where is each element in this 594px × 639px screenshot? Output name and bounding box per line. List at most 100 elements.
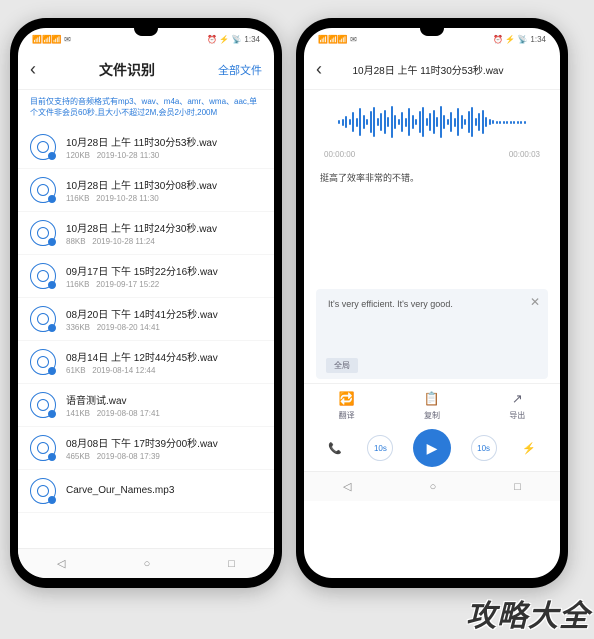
file-name: 语音测试.wav bbox=[66, 392, 262, 407]
wave-bar bbox=[342, 119, 344, 126]
action-label: 翻译 bbox=[339, 410, 355, 421]
format-hint: 目前仅支持的音频格式有mp3、wav、m4a、amr、wma、aac,单个文件非… bbox=[18, 90, 274, 126]
wave-bar bbox=[461, 115, 463, 129]
back-icon[interactable]: ‹ bbox=[30, 59, 36, 80]
audio-file-icon bbox=[30, 263, 56, 289]
wave-bar bbox=[485, 117, 487, 127]
wave-bar bbox=[387, 117, 389, 127]
wave-bar bbox=[503, 121, 505, 124]
wave-bar bbox=[415, 119, 417, 125]
wave-bar bbox=[454, 118, 456, 127]
wave-bar bbox=[520, 121, 522, 124]
wave-bar bbox=[349, 119, 351, 125]
status-time: 1:34 bbox=[530, 35, 546, 44]
audio-file-icon bbox=[30, 349, 56, 375]
file-name: 10月28日 上午 11时24分30秒.wav bbox=[66, 220, 262, 235]
list-item[interactable]: 08月14日 上午 12时44分45秒.wav 61KB 2019-08-14 1… bbox=[18, 341, 274, 384]
list-item[interactable]: 08月20日 下午 14时41分25秒.wav 336KB 2019-08-20 … bbox=[18, 298, 274, 341]
wave-bar bbox=[429, 113, 431, 131]
wave-bar bbox=[352, 112, 354, 132]
action-label: 导出 bbox=[509, 410, 525, 421]
wave-bar bbox=[433, 110, 435, 134]
wave-bar bbox=[450, 112, 452, 132]
audio-file-icon bbox=[30, 478, 56, 504]
file-meta: 61KB 2019-08-14 12:44 bbox=[66, 366, 262, 375]
action-翻译[interactable]: 🔁 翻译 bbox=[338, 390, 356, 421]
waveform[interactable] bbox=[304, 90, 560, 150]
status-time: 1:34 bbox=[244, 35, 260, 44]
scope-tag[interactable]: 全局 bbox=[326, 358, 358, 373]
wave-bar bbox=[513, 121, 515, 124]
status-right-icons: ⏰ ⚡ 📡 bbox=[493, 35, 527, 44]
call-icon[interactable]: 📞 bbox=[322, 435, 348, 461]
list-item[interactable]: 08月08日 下午 17时39分00秒.wav465KB 2019-08-08 … bbox=[18, 427, 274, 470]
file-title: 10月28日 上午 11时30分53秒.wav bbox=[330, 62, 526, 77]
forward-10s[interactable]: 10s bbox=[471, 435, 497, 461]
wave-bar bbox=[363, 115, 365, 129]
nav-back-icon[interactable]: ◁ bbox=[57, 557, 65, 570]
action-icon: 📋 bbox=[423, 390, 441, 408]
nav-home-icon[interactable]: ○ bbox=[144, 558, 151, 570]
android-nav: ◁ ○ □ bbox=[304, 471, 560, 501]
list-item[interactable]: 10月28日 上午 11时24分30秒.wav 88KB 2019-10-28 1… bbox=[18, 212, 274, 255]
nav-recent-icon[interactable]: □ bbox=[228, 558, 235, 570]
play-button[interactable]: ▶ bbox=[413, 429, 451, 467]
audio-file-icon bbox=[30, 177, 56, 203]
wave-bar bbox=[475, 118, 477, 126]
file-meta: 336KB 2019-08-20 14:41 bbox=[66, 323, 262, 332]
wave-bar bbox=[412, 115, 414, 129]
wave-bar bbox=[377, 118, 379, 126]
file-meta: 141KB 2019-08-08 17:41 bbox=[66, 409, 262, 418]
list-item[interactable]: 09月17日 下午 15时22分16秒.wav116KB 2019-09-17 … bbox=[18, 255, 274, 298]
app-bar: ‹ 10月28日 上午 11时30分53秒.wav bbox=[304, 50, 560, 90]
list-item[interactable]: 10月28日 上午 11时30分53秒.wav120KB 2019-10-28 … bbox=[18, 126, 274, 169]
audio-file-icon bbox=[30, 134, 56, 160]
file-name: 08月20日 下午 14时41分25秒.wav bbox=[66, 306, 262, 321]
file-name: 10月28日 上午 11时30分53秒.wav bbox=[66, 134, 262, 149]
wave-bar bbox=[345, 116, 347, 128]
transcript-text[interactable]: 挺高了效率非常的不错。 bbox=[304, 165, 560, 285]
wave-bar bbox=[489, 119, 491, 125]
list-item[interactable]: 10月28日 上午 11时30分08秒.wav116KB 2019-10-28 … bbox=[18, 169, 274, 212]
nav-back-icon[interactable]: ◁ bbox=[343, 480, 351, 493]
back-icon[interactable]: ‹ bbox=[316, 59, 322, 80]
file-meta: 116KB 2019-09-17 15:22 bbox=[66, 280, 262, 289]
file-list[interactable]: 10月28日 上午 11时30分53秒.wav120KB 2019-10-28 … bbox=[18, 126, 274, 548]
app-bar: ‹ 文件识别 全部文件 bbox=[18, 50, 274, 90]
speed-icon[interactable]: ⚡ bbox=[516, 435, 542, 461]
action-复制[interactable]: 📋 复制 bbox=[423, 390, 441, 421]
audio-file-icon bbox=[30, 220, 56, 246]
status-left-icons: 📶📶📶 ✉ bbox=[318, 35, 357, 44]
nav-home-icon[interactable]: ○ bbox=[430, 481, 437, 493]
rewind-10s[interactable]: 10s bbox=[367, 435, 393, 461]
phone-left: 📶📶📶 ✉ ⏰ ⚡ 📡1:34 ‹ 文件识别 全部文件 目前仅支持的音频格式有m… bbox=[10, 18, 282, 588]
time-start: 00:00:00 bbox=[324, 150, 355, 159]
wave-bar bbox=[443, 115, 445, 129]
wave-bar bbox=[468, 111, 470, 133]
wave-bar bbox=[366, 119, 368, 125]
list-item[interactable]: 语音测试.wav 141KB 2019-08-08 17:41 bbox=[18, 384, 274, 427]
audio-file-icon bbox=[30, 435, 56, 461]
close-icon[interactable]: ✕ bbox=[530, 295, 540, 309]
list-item[interactable]: Carve_Our_Names.mp3 bbox=[18, 470, 274, 513]
wave-bar bbox=[419, 111, 421, 133]
wave-bar bbox=[524, 121, 526, 124]
file-name: 08月08日 下午 17时39分00秒.wav bbox=[66, 435, 262, 450]
file-meta: 88KB 2019-10-28 11:24 bbox=[66, 237, 262, 246]
wave-bar bbox=[359, 108, 361, 136]
nav-recent-icon[interactable]: □ bbox=[514, 481, 521, 493]
action-label: 复制 bbox=[424, 410, 440, 421]
status-left-icons: 📶📶📶 ✉ bbox=[32, 35, 71, 44]
wave-bar bbox=[440, 106, 442, 138]
action-导出[interactable]: ↗导出 bbox=[508, 390, 526, 421]
action-icon: 🔁 bbox=[338, 390, 356, 408]
wave-bar bbox=[370, 111, 372, 133]
wave-bar bbox=[405, 118, 407, 127]
action-row: 🔁 翻译 📋 复制 ↗导出 bbox=[304, 383, 560, 423]
translation-text: It's very efficient. It's very good. bbox=[328, 299, 453, 309]
all-files-link[interactable]: 全部文件 bbox=[218, 62, 262, 78]
wave-bar bbox=[384, 110, 386, 134]
wave-bar bbox=[447, 119, 449, 125]
watermark: 攻略大全 bbox=[466, 591, 590, 635]
file-name: 08月14日 上午 12时44分45秒.wav bbox=[66, 349, 262, 364]
